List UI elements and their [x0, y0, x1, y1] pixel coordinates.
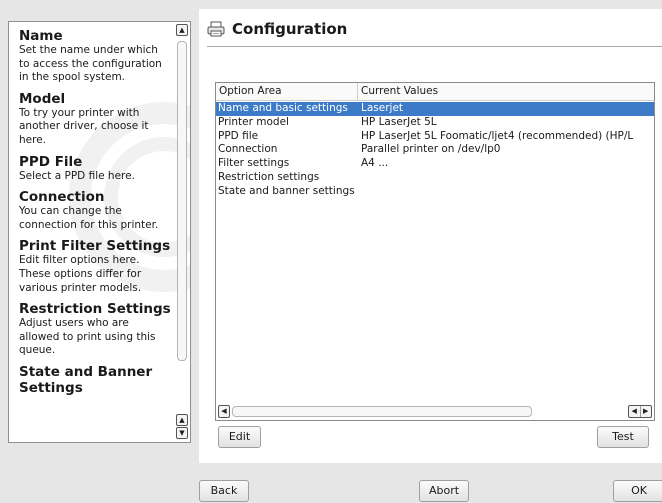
help-text: Edit filter options here. These options … [19, 254, 142, 294]
scroll-up-arrow-icon-lower[interactable]: ▲ [176, 414, 188, 426]
table-row[interactable]: State and banner settings [216, 185, 654, 199]
page-header: Configuration [207, 18, 347, 40]
cell-current-value [358, 185, 654, 199]
scroll-left-arrow-icon-right[interactable]: ◀ [629, 406, 641, 417]
help-text: You can change the connection for this p… [19, 205, 159, 231]
column-header-current-values[interactable]: Current Values [358, 83, 654, 101]
help-content: Name Set the name under which to access … [19, 24, 171, 402]
help-scroll-thumb[interactable] [177, 41, 187, 361]
help-text: To try your printer with another driver,… [19, 106, 149, 146]
cell-option-area: Printer model [218, 115, 289, 128]
scroll-down-arrow-icon[interactable]: ▼ [176, 427, 188, 439]
table-body: Name and basic settings Laserjet Printer… [216, 102, 654, 199]
abort-button[interactable]: Abort [419, 480, 469, 502]
cell-option-area: Connection [218, 143, 278, 156]
help-section-print-filter: Print Filter Settings Edit filter option… [19, 238, 171, 295]
printer-icon [207, 21, 225, 37]
options-table[interactable]: Option Area Current Values Name and basi… [215, 82, 655, 421]
table-header: Option Area Current Values [216, 83, 654, 101]
cell-current-value: A4 ... [361, 157, 389, 170]
back-button[interactable]: Back [199, 480, 249, 502]
scroll-left-arrow-icon[interactable]: ◀ [218, 405, 230, 418]
cell-option-area: PPD file [218, 129, 259, 142]
help-scrollbar[interactable]: ▲ ▲ ▼ [175, 23, 189, 441]
cell-current-value: HP LaserJet 5L [361, 115, 437, 128]
help-section-restriction: Restriction Settings Adjust users who ar… [19, 301, 171, 358]
ok-button[interactable]: OK [613, 480, 662, 502]
scroll-up-arrow-icon[interactable]: ▲ [176, 24, 188, 36]
scroll-right-arrow-icon[interactable]: ▶ [641, 406, 652, 417]
title-divider [207, 46, 662, 47]
table-row[interactable]: PPD file HP LaserJet 5L Foomatic/ljet4 (… [216, 130, 654, 144]
help-heading: State and Banner Settings [19, 363, 153, 396]
scroll-arrows: ◀ ▶ [628, 405, 652, 418]
table-horizontal-scrollbar[interactable]: ◀ ◀ ▶ [218, 405, 652, 418]
help-pane: Name Set the name under which to access … [8, 21, 191, 443]
help-section-name: Name Set the name under which to access … [19, 28, 171, 85]
cell-current-value [358, 171, 654, 185]
help-text: Set the name under which to access the c… [19, 44, 162, 84]
test-button[interactable]: Test [597, 426, 649, 448]
help-text: Select a PPD file here. [19, 169, 135, 182]
table-row[interactable]: Printer model HP LaserJet 5L [216, 116, 654, 130]
help-text: Adjust users who are allowed to print us… [19, 317, 156, 357]
cell-current-value: Laserjet [361, 102, 404, 114]
help-heading: Restriction Settings [19, 301, 171, 318]
table-row[interactable]: Connection Parallel printer on /dev/lp0 [216, 143, 654, 157]
cell-option-area: State and banner settings [218, 184, 355, 197]
help-heading: Model [19, 90, 66, 107]
table-row[interactable]: Restriction settings [216, 171, 654, 185]
help-section-state-banner: State and Banner Settings [19, 364, 171, 396]
help-heading: Name [19, 28, 63, 44]
cell-current-value: Parallel printer on /dev/lp0 [361, 143, 501, 156]
table-row[interactable]: Filter settings A4 ... [216, 157, 654, 171]
table-row[interactable]: Name and basic settings Laserjet [216, 102, 654, 116]
help-heading: Connection [19, 189, 105, 206]
main-pane: Configuration Option Area Current Values… [199, 9, 662, 463]
edit-button[interactable]: Edit [218, 426, 261, 448]
help-heading: Print Filter Settings [19, 238, 171, 255]
help-section-connection: Connection You can change the connection… [19, 189, 171, 232]
cell-option-area: Name and basic settings [218, 102, 348, 114]
help-heading: PPD File [19, 153, 83, 170]
page-title: Configuration [232, 20, 348, 38]
cell-current-value: HP LaserJet 5L Foomatic/ljet4 (recommend… [361, 129, 634, 142]
cell-option-area: Filter settings [218, 157, 290, 170]
help-section-model: Model To try your printer with another d… [19, 91, 171, 148]
cell-option-area: Restriction settings [218, 170, 320, 183]
horizontal-scroll-thumb[interactable] [232, 406, 532, 417]
column-header-option-area[interactable]: Option Area [216, 83, 358, 101]
help-section-ppd-file: PPD File Select a PPD file here. [19, 154, 171, 184]
